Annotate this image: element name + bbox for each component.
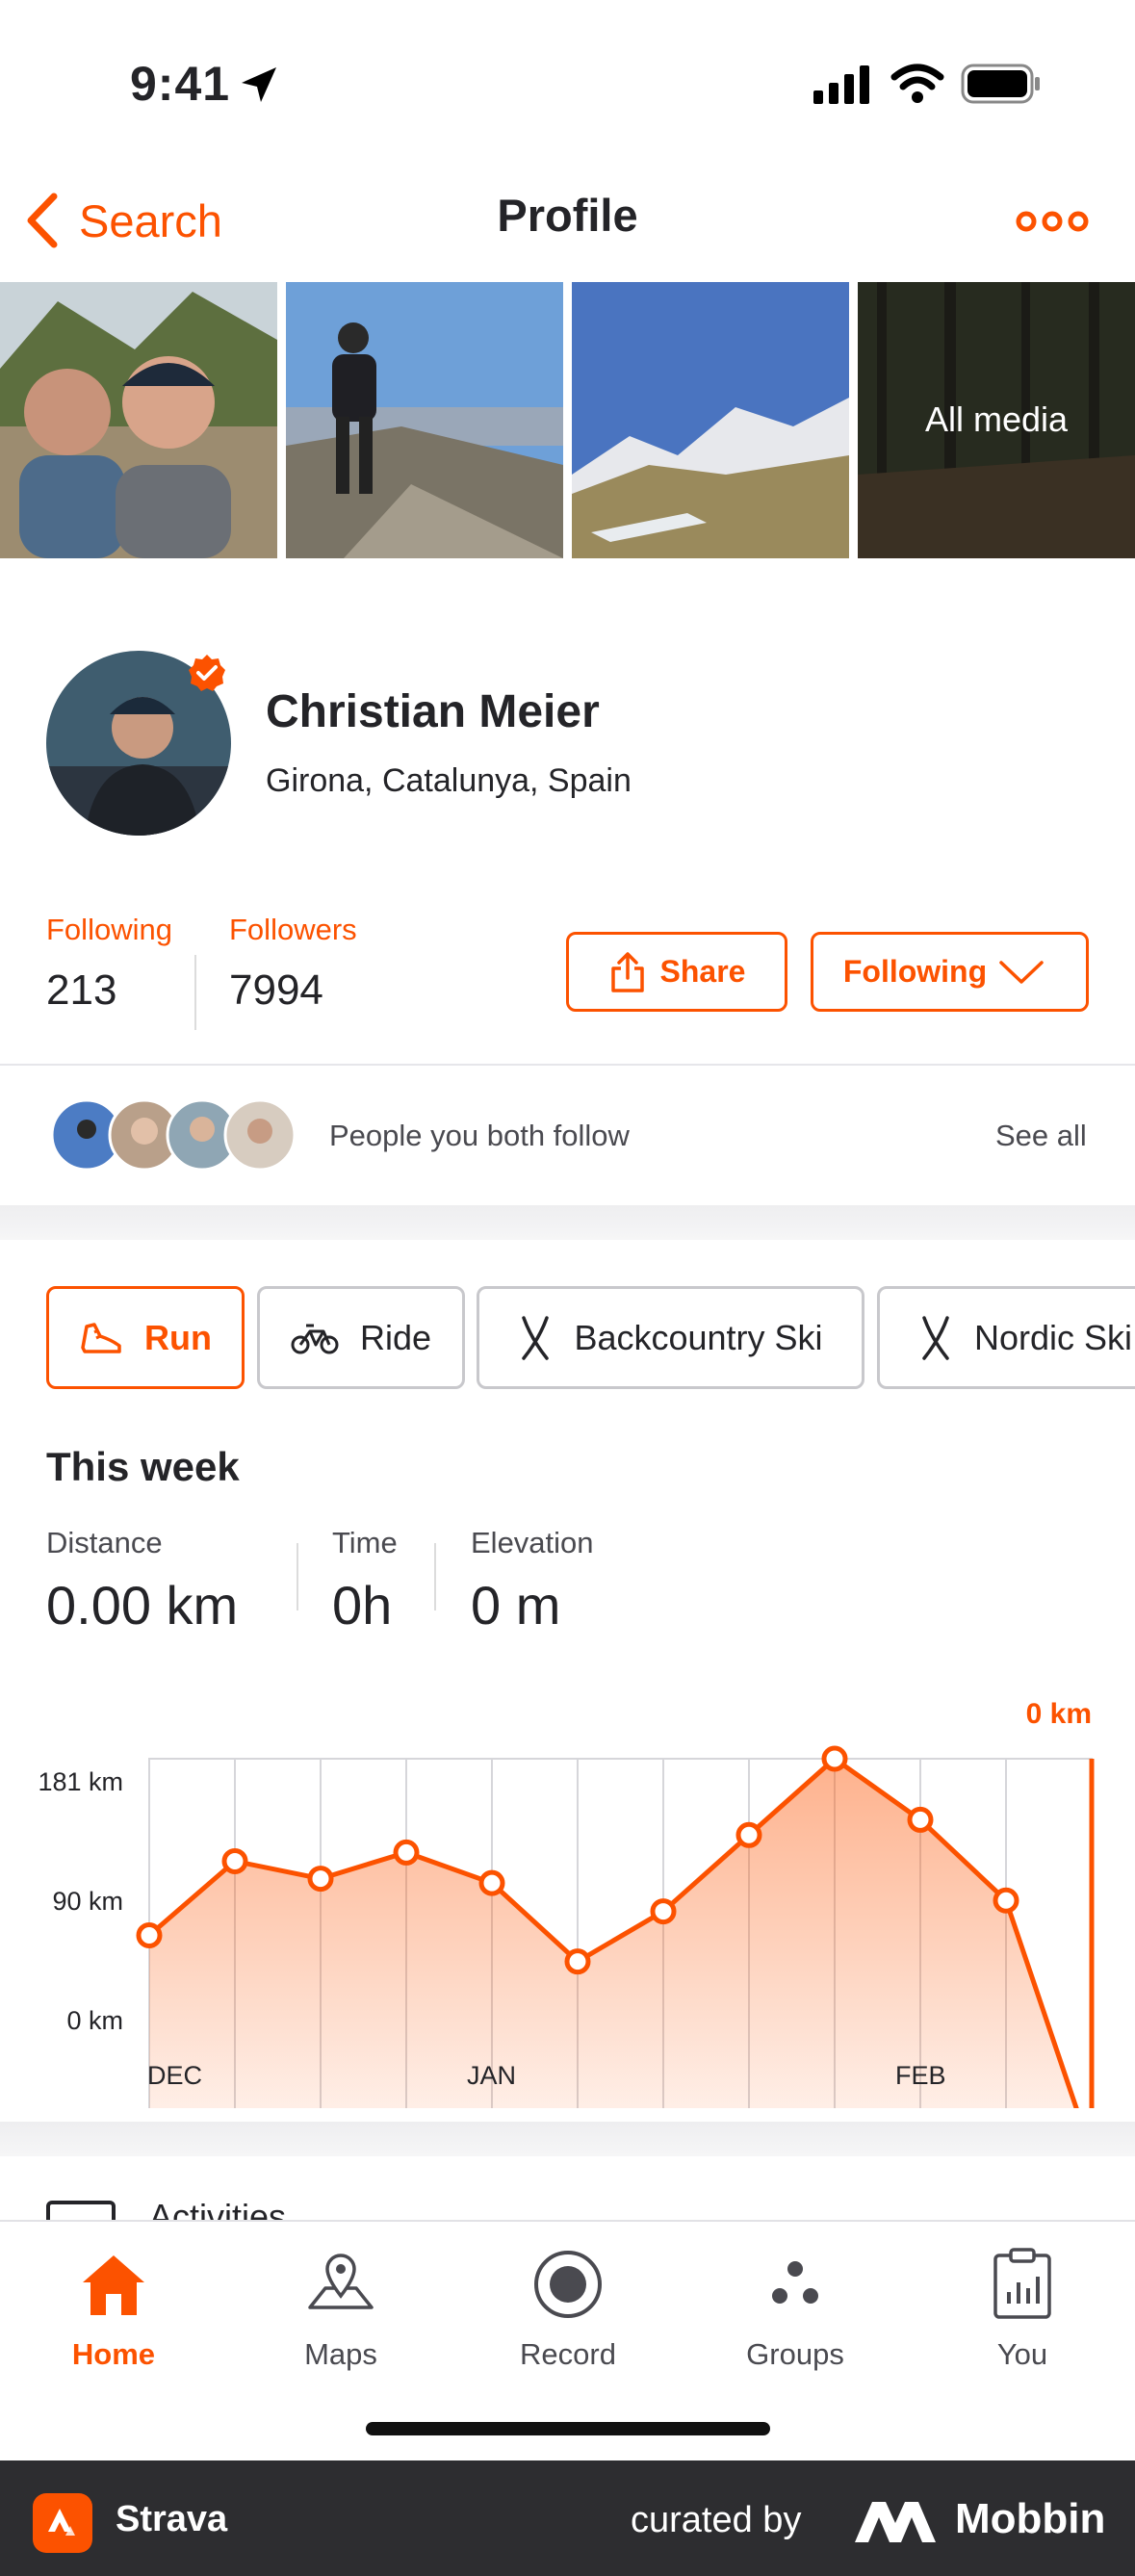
chart-current-label: 0 km xyxy=(1026,1698,1092,1730)
activities-row[interactable]: Activities xyxy=(0,2156,1135,2220)
ski-icon xyxy=(922,1315,949,1360)
sport-chip-label: Backcountry Ski xyxy=(574,1317,823,1357)
chevron-left-icon xyxy=(27,193,58,248)
chart-point xyxy=(821,1745,848,1772)
chart-point xyxy=(650,1898,677,1925)
activities-label: Activities xyxy=(149,2197,287,2220)
chart-point xyxy=(907,1806,934,1833)
y-tick-label: 181 km xyxy=(38,1767,123,1796)
elevation-label: Elevation xyxy=(471,1526,594,1559)
mutual-followers-text: People you both follow xyxy=(329,1119,630,1152)
y-tick-label: 0 km xyxy=(66,2006,123,2035)
distance-label: Distance xyxy=(46,1526,163,1559)
media-thumbnail-2[interactable] xyxy=(286,282,563,558)
media-thumbnail-1[interactable] xyxy=(0,282,277,558)
home-icon xyxy=(83,2255,144,2315)
tab-home[interactable]: Home xyxy=(0,2241,227,2372)
x-tick-label: FEB xyxy=(895,2061,946,2090)
athlete-name: Christian Meier xyxy=(266,686,600,737)
sport-chip-ride[interactable]: Ride xyxy=(257,1286,465,1389)
share-icon xyxy=(610,951,644,992)
mobbin-logo-icon xyxy=(855,2502,936,2542)
location-arrow-icon xyxy=(242,67,276,102)
followers-count[interactable]: 7994 xyxy=(229,966,323,1015)
all-media-label: All media xyxy=(924,399,1069,439)
following-button-label: Following xyxy=(842,954,988,989)
media-thumbnail-3[interactable] xyxy=(572,282,849,558)
share-button[interactable]: Share xyxy=(566,932,787,1012)
tab-label: You xyxy=(996,2337,1048,2371)
share-label: Share xyxy=(659,954,746,989)
tab-you[interactable]: You xyxy=(909,2241,1135,2372)
following-toggle-button[interactable]: Following xyxy=(811,932,1089,1012)
chart-point xyxy=(221,1847,248,1874)
x-tick-label: JAN xyxy=(467,2061,516,2090)
chart-point xyxy=(735,1821,762,1848)
sport-chip-run[interactable]: Run xyxy=(46,1286,245,1389)
chart-point xyxy=(993,1887,1019,1914)
stat-divider xyxy=(194,955,196,1030)
back-label: Search xyxy=(79,194,222,246)
clipboard-chart-icon xyxy=(993,2248,1051,2319)
section-separator xyxy=(0,1205,1135,1240)
chart-point xyxy=(136,1921,163,1948)
verified-badge-icon xyxy=(189,655,225,691)
more-options-icon[interactable] xyxy=(1015,202,1090,241)
tab-maps[interactable]: Maps xyxy=(227,2241,454,2372)
see-all-link[interactable]: See all xyxy=(995,1119,1087,1153)
tab-label: Record xyxy=(520,2337,616,2371)
following-count[interactable]: 213 xyxy=(46,966,116,1015)
all-media-tile[interactable]: All media xyxy=(858,282,1135,558)
stat-divider xyxy=(434,1543,436,1610)
bicycle-icon xyxy=(291,1324,339,1353)
x-tick-label: DEC xyxy=(147,2061,202,2090)
footer-app-name: Strava xyxy=(116,2499,228,2539)
sport-chip-label: Run xyxy=(144,1317,212,1357)
back-button[interactable]: Search xyxy=(25,189,256,252)
section-separator xyxy=(0,2122,1135,2156)
following-label[interactable]: Following xyxy=(46,913,172,947)
map-pin-icon xyxy=(308,2254,374,2309)
chart-area xyxy=(149,1759,1077,2108)
stat-divider xyxy=(297,1543,298,1610)
elevation-value: 0 m xyxy=(471,1575,561,1636)
sport-chip-label: Ride xyxy=(359,1317,432,1357)
distance-value: 0.00 km xyxy=(46,1575,239,1636)
battery-icon xyxy=(961,64,1040,104)
chart-point xyxy=(307,1866,334,1893)
time-label: Time xyxy=(332,1526,398,1559)
chart-point xyxy=(564,1948,591,1975)
ski-icon xyxy=(522,1315,550,1360)
tab-label: Groups xyxy=(746,2337,844,2371)
groups-icon xyxy=(772,2261,818,2304)
tab-record[interactable]: Record xyxy=(454,2241,682,2372)
running-shoe-icon xyxy=(81,1322,121,1353)
athlete-location: Girona, Catalunya, Spain xyxy=(266,762,632,799)
tab-groups[interactable]: Groups xyxy=(682,2241,909,2372)
chevron-down-icon xyxy=(999,960,1044,984)
tab-label: Home xyxy=(71,2337,156,2371)
time-value: 0h xyxy=(332,1575,393,1636)
strava-logo-icon xyxy=(33,2493,92,2553)
sport-chip-backcountry-ski[interactable]: Backcountry Ski xyxy=(477,1286,864,1389)
tab-label: Maps xyxy=(304,2337,377,2371)
cellular-signal-icon xyxy=(813,65,869,104)
mutual-followers-avatars[interactable] xyxy=(50,1098,300,1172)
followers-label[interactable]: Followers xyxy=(229,913,357,947)
wifi-icon xyxy=(890,64,944,103)
chart-point xyxy=(393,1839,420,1866)
chart-point xyxy=(478,1869,505,1896)
sport-chip-nordic-ski[interactable]: Nordic Ski xyxy=(877,1286,1135,1389)
home-indicator[interactable] xyxy=(366,2422,770,2435)
activities-icon xyxy=(46,2201,116,2220)
footer-curated-by: curated by xyxy=(631,2500,802,2540)
this-week-title: This week xyxy=(46,1444,240,1489)
status-time: 9:41 xyxy=(130,57,231,111)
weekly-distance-chart[interactable]: 0 km 181 km 90 km 0 km DEC JAN FEB xyxy=(0,1685,1135,2108)
divider xyxy=(0,1064,1135,1066)
record-icon xyxy=(534,2251,602,2318)
y-tick-label: 90 km xyxy=(52,1887,123,1916)
sport-chip-label: Nordic Ski xyxy=(974,1317,1133,1357)
footer-brand: Mobbin xyxy=(955,2495,1106,2542)
